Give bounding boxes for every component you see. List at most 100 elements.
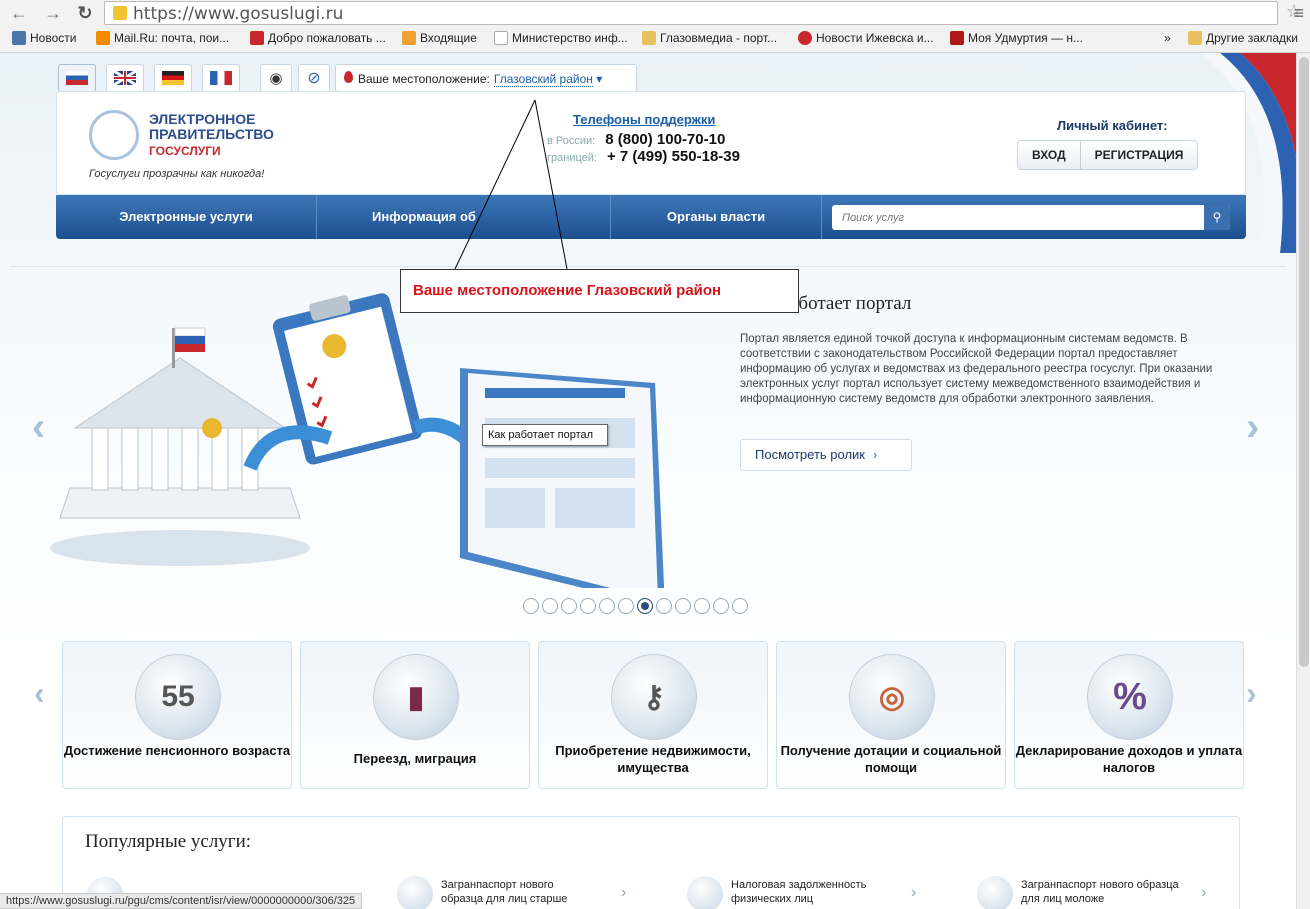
carousel-dot[interactable]: [542, 598, 558, 614]
lang-ru-button[interactable]: [58, 64, 96, 92]
scrollbar[interactable]: [1296, 53, 1310, 909]
bookmark-item[interactable]: Министерство инф...: [494, 31, 628, 45]
bookmark-item[interactable]: Добро пожаловать ...: [250, 31, 386, 45]
category-taxes[interactable]: % Декларирование доходов и уплата налого…: [1014, 641, 1244, 789]
carousel-dot[interactable]: [618, 598, 634, 614]
reload-icon[interactable]: ↻: [74, 2, 96, 24]
carousel-pagination: [523, 598, 748, 614]
passport-icon: ▮: [373, 654, 459, 740]
back-arrow-icon[interactable]: ←: [8, 2, 30, 24]
more-bookmarks-button[interactable]: »: [1164, 31, 1171, 45]
carousel-dot[interactable]: [732, 598, 748, 614]
carousel-dot[interactable]: [561, 598, 577, 614]
menu-icon[interactable]: ≡: [1293, 3, 1304, 24]
carousel-dot[interactable]: [656, 598, 672, 614]
slide-description: Портал является единой точкой доступа к …: [740, 333, 1213, 405]
slide-title: аботает портал: [790, 293, 912, 314]
categories-next-icon[interactable]: ›: [1246, 675, 1257, 712]
accessibility-button[interactable]: ◉: [260, 64, 292, 92]
eye-icon: ◉: [269, 70, 283, 87]
popular-item[interactable]: Налоговая задолженность физических лиц ›: [687, 876, 916, 909]
watch-video-button[interactable]: Посмотреть ролик ›: [740, 439, 912, 471]
percent-icon: %: [1087, 654, 1173, 740]
bookmark-item[interactable]: Mail.Ru: почта, пои...: [96, 31, 229, 45]
lang-de-button[interactable]: [154, 64, 192, 92]
scrollbar-thumb[interactable]: [1299, 57, 1309, 667]
popular-title: Популярные услуги:: [85, 831, 252, 852]
carousel-dot[interactable]: [675, 598, 691, 614]
popular-item[interactable]: Загранпаспорт нового образца для лиц ста…: [397, 876, 626, 909]
search-icon[interactable]: ⚲: [1204, 205, 1230, 230]
support-phones: Телефоны поддержки в России: 8 (800) 100-…: [547, 112, 777, 165]
status-bar-url: https://www.gosuslugi.ru/pgu/cms/content…: [0, 893, 363, 909]
cabinet-title: Личный кабинет:: [1057, 118, 1168, 133]
bookmark-item[interactable]: Новости Ижевска и...: [798, 31, 934, 45]
lang-fr-button[interactable]: [202, 64, 240, 92]
category-label: Декларирование доходов и уплата налогов: [1015, 743, 1243, 775]
forward-arrow-icon[interactable]: →: [42, 2, 64, 24]
bookmark-item[interactable]: Глазовмедиа - порт...: [642, 31, 777, 45]
category-pension[interactable]: 55 Достижение пенсионного возраста: [62, 641, 292, 789]
calendar-icon: 55: [135, 654, 221, 740]
logo-emblem-icon: [89, 110, 139, 160]
category-property[interactable]: ⚷ Приобретение недвижимости, имущества: [538, 641, 768, 789]
tax-icon: [687, 876, 723, 909]
bookmark-item[interactable]: Входящие: [402, 31, 477, 45]
flag-de-icon: [162, 71, 184, 85]
category-subsidy[interactable]: ◎ Получение дотации и социальной помощи: [776, 641, 1006, 789]
category-label: Переезд, миграция: [353, 751, 477, 766]
page-content: ◉ ⊘ Ваше местоположение: Глазовский район…: [0, 53, 1296, 909]
vk-icon: [12, 31, 26, 45]
nav-information[interactable]: Информация об: [317, 195, 517, 239]
carousel-dot[interactable]: [599, 598, 615, 614]
passport-icon: [977, 876, 1013, 909]
nav-electronic-services[interactable]: Электронные услуги: [56, 195, 316, 239]
slide-tooltip: Как работает портал: [482, 424, 608, 446]
lang-en-button[interactable]: [106, 64, 144, 92]
browser-chrome: ← → ↻ https://www.gosuslugi.ru ☆ Новости…: [0, 0, 1310, 53]
compass-button[interactable]: ⊘: [298, 64, 330, 92]
carousel-dot[interactable]: [637, 598, 653, 614]
inbox-icon: [402, 31, 416, 45]
carousel-dot[interactable]: [580, 598, 596, 614]
lifebuoy-icon: ◎: [849, 654, 935, 740]
nav-authorities[interactable]: Органы власти: [611, 195, 821, 239]
chevron-right-icon: ›: [911, 884, 917, 901]
passport-icon: [397, 876, 433, 909]
site-icon: [250, 31, 264, 45]
url-text[interactable]: https://www.gosuslugi.ru: [133, 4, 343, 24]
cabinet-buttons: ВХОД РЕГИСТРАЦИЯ: [1017, 140, 1199, 170]
compass-icon: ⊘: [307, 70, 321, 87]
categories-prev-icon[interactable]: ‹: [34, 675, 45, 712]
carousel-dot[interactable]: [694, 598, 710, 614]
carousel-dot[interactable]: [523, 598, 539, 614]
location-selector[interactable]: Ваше местоположение: Глазовский район ▾: [335, 64, 637, 92]
category-label: Приобретение недвижимости, имущества: [555, 743, 751, 775]
categories-row: 55 Достижение пенсионного возраста ▮ Пер…: [56, 641, 1246, 793]
login-button[interactable]: ВХОД: [1018, 141, 1080, 169]
mailru-icon: [96, 31, 110, 45]
chevron-right-icon: ›: [1201, 884, 1207, 901]
register-button[interactable]: РЕГИСТРАЦИЯ: [1079, 141, 1198, 169]
phone-abroad-label: границей:: [547, 152, 597, 164]
chevron-down-icon: ▾: [592, 72, 603, 86]
location-value-link[interactable]: Глазовский район: [493, 72, 593, 87]
site-icon: [642, 31, 656, 45]
chevron-right-icon: ›: [873, 447, 878, 462]
popular-item[interactable]: Загранпаспорт нового образца для лиц мол…: [977, 876, 1206, 909]
phones-title[interactable]: Телефоны поддержки: [573, 112, 777, 127]
carousel-next-icon[interactable]: ›: [1246, 405, 1259, 450]
search-input[interactable]: [832, 205, 1202, 230]
search-box: ⚲: [832, 205, 1230, 230]
logo-subtitle: ГОСУСЛУГИ: [149, 144, 221, 158]
other-bookmarks-folder[interactable]: Другие закладки: [1188, 31, 1298, 45]
chevron-right-icon: ›: [621, 884, 627, 901]
address-bar[interactable]: https://www.gosuslugi.ru: [104, 1, 1278, 25]
bookmark-item[interactable]: Новости: [12, 31, 76, 45]
bookmark-item[interactable]: Моя Удмуртия — н...: [950, 31, 1083, 45]
carousel-dot[interactable]: [713, 598, 729, 614]
category-label: Достижение пенсионного возраста: [63, 743, 291, 758]
watch-video-label: Посмотреть ролик: [755, 447, 865, 462]
category-migration[interactable]: ▮ Переезд, миграция: [300, 641, 530, 789]
site-header: ЭЛЕКТРОННОЕ ПРАВИТЕЛЬСТВО ГОСУСЛУГИ Госу…: [56, 91, 1246, 195]
